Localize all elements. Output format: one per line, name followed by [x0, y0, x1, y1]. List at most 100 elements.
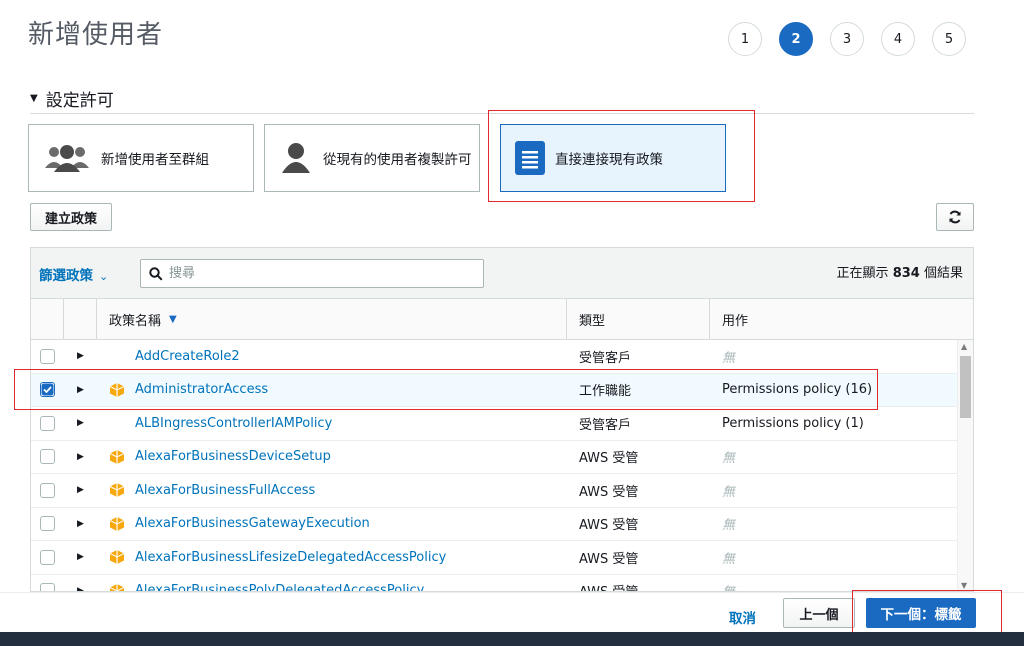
- row-checkbox[interactable]: [40, 348, 55, 364]
- cell-used-as: Permissions policy (16): [722, 382, 873, 398]
- create-policy-button[interactable]: 建立政策: [30, 203, 112, 231]
- cell-policy-name[interactable]: ALBIngressControllerIAMPolicy: [97, 407, 567, 440]
- cell-type: 受管客戶: [579, 350, 632, 366]
- table-row[interactable]: ▶ AdministratorAccess 工作職能 Permissions poli…: [31, 373, 973, 407]
- scroll-up-icon[interactable]: ▲: [961, 342, 967, 351]
- header-select: [31, 299, 64, 339]
- refresh-button[interactable]: [936, 203, 974, 231]
- cell-used-as: 無: [722, 451, 736, 467]
- expand-row-icon[interactable]: ▶: [64, 508, 97, 541]
- header-policy-name[interactable]: 政策名稱 ▼: [97, 299, 567, 339]
- cell-used-as: 無: [710, 575, 973, 591]
- previous-button[interactable]: 上一個: [783, 598, 855, 628]
- cell-type: AWS 受管: [579, 518, 639, 534]
- cell-select: [31, 407, 64, 440]
- search-box[interactable]: [140, 259, 484, 288]
- cell-used-as: 無: [722, 350, 736, 366]
- policy-name-link[interactable]: AddCreateRole2: [135, 349, 240, 364]
- step-3[interactable]: 3: [830, 22, 864, 56]
- expand-row-icon[interactable]: ▶: [64, 474, 97, 507]
- refresh-icon: [949, 210, 961, 224]
- cell-policy-name[interactable]: AdministratorAccess: [97, 374, 567, 407]
- row-checkbox[interactable]: [40, 382, 55, 398]
- cell-policy-name[interactable]: AlexaForBusinessPolyDelegatedAccessPolic…: [97, 575, 567, 591]
- row-checkbox[interactable]: [40, 549, 55, 565]
- cell-policy-name[interactable]: AddCreateRole2: [97, 340, 567, 373]
- cell-policy-name[interactable]: AlexaForBusinessDeviceSetup: [97, 441, 567, 474]
- cell-select: [31, 575, 64, 591]
- cell-select: [31, 441, 64, 474]
- cell-type: AWS 受管: [567, 575, 710, 591]
- policy-name-link[interactable]: AlexaForBusinessDeviceSetup: [135, 449, 331, 464]
- policy-name-link[interactable]: ALBIngressControllerIAMPolicy: [135, 416, 332, 431]
- cell-select: [31, 508, 64, 541]
- cell-select: [31, 541, 64, 574]
- header-type[interactable]: 類型: [567, 299, 710, 339]
- expand-row-icon[interactable]: ▶: [64, 441, 97, 474]
- expand-row-icon[interactable]: ▶: [64, 541, 97, 574]
- policy-name-link[interactable]: AdministratorAccess: [135, 382, 268, 397]
- table-row[interactable]: ▶ AlexaForBusinessGatewayExecution AWS 受管 無: [31, 508, 973, 541]
- expand-row-icon[interactable]: ▶: [64, 407, 97, 440]
- search-input[interactable]: [169, 266, 469, 281]
- aws-managed-policy-icon: [109, 449, 125, 464]
- step-4[interactable]: 4: [881, 22, 915, 56]
- table-row[interactable]: ▶ AlexaForBusinessPolyDelegatedAccessPoli…: [31, 575, 973, 591]
- scrollbar[interactable]: ▲ ▼: [957, 340, 973, 591]
- policy-name-link[interactable]: AlexaForBusinessGatewayExecution: [135, 516, 370, 531]
- cell-policy-name[interactable]: AlexaForBusinessLifesizeDelegatedAccessP…: [97, 541, 567, 574]
- option-attach-policies[interactable]: 直接連接現有政策: [500, 124, 726, 192]
- users-group-icon: [43, 142, 91, 174]
- expand-row-icon[interactable]: ▶: [64, 340, 97, 373]
- cell-select: [31, 374, 64, 407]
- row-checkbox[interactable]: [40, 415, 55, 431]
- section-header[interactable]: ▼ 設定許可: [30, 86, 114, 111]
- option-add-to-group[interactable]: 新增使用者至群組: [28, 124, 254, 192]
- filter-policies-dropdown[interactable]: 篩選政策 ⌄: [39, 264, 108, 284]
- header-expand: [64, 299, 97, 339]
- section-divider: [30, 113, 974, 114]
- search-icon: [149, 266, 163, 281]
- step-2[interactable]: 2: [779, 22, 813, 56]
- row-checkbox[interactable]: [40, 516, 55, 532]
- next-tags-button[interactable]: 下一個：標籤: [866, 598, 976, 628]
- table-row[interactable]: ▶ AlexaForBusinessFullAccess AWS 受管 無: [31, 474, 973, 508]
- cell-used-as: 無: [722, 551, 736, 567]
- policy-name-link[interactable]: AlexaForBusinessFullAccess: [135, 483, 315, 498]
- row-checkbox[interactable]: [40, 482, 55, 498]
- step-5[interactable]: 5: [932, 22, 966, 56]
- cancel-link[interactable]: 取消: [729, 607, 756, 627]
- cell-policy-name[interactable]: AlexaForBusinessGatewayExecution: [97, 508, 567, 541]
- aws-managed-policy-icon: [109, 516, 125, 531]
- scroll-down-icon[interactable]: ▼: [961, 581, 967, 590]
- option-label: 從現有的使用者複製許可: [323, 152, 472, 168]
- cell-used-as: 無: [722, 518, 736, 534]
- cell-type: AWS 受管: [579, 551, 639, 567]
- table-row[interactable]: ▶ ALBIngressControllerIAMPolicy 受管客戶 Permis…: [31, 407, 973, 441]
- bottom-bar: [0, 632, 1024, 646]
- aws-managed-policy-icon: [109, 550, 125, 565]
- cell-select: [31, 474, 64, 507]
- step-indicator: 1 2 3 4 5: [728, 22, 966, 56]
- expand-row-icon[interactable]: ▶: [64, 575, 97, 591]
- policy-table: 篩選政策⌄ 正在顯示 834 個結果 政策名稱▼ 類型 用作: [30, 247, 974, 592]
- row-checkbox[interactable]: [40, 583, 55, 591]
- table-row[interactable]: ▶ AlexaForBusinessDeviceSetup AWS 受管 無: [31, 441, 973, 474]
- scrollbar-thumb[interactable]: [960, 356, 971, 418]
- cell-type: 工作職能: [579, 384, 632, 400]
- header-used-as[interactable]: 用作: [710, 299, 973, 339]
- table-row[interactable]: ▶ AddCreateRole2 受管客戶 無: [31, 340, 973, 374]
- cell-type: AWS 受管: [579, 484, 639, 500]
- policy-name-link[interactable]: AlexaForBusinessLifesizeDelegatedAccessP…: [135, 550, 446, 565]
- step-1[interactable]: 1: [728, 22, 762, 56]
- row-checkbox[interactable]: [40, 449, 55, 465]
- policy-name-link[interactable]: AlexaForBusinessPolyDelegatedAccessPolic…: [135, 583, 424, 591]
- cell-type: 受管客戶: [579, 417, 632, 433]
- add-user-page: 新增使用者 1 2 3 4 5 ▼ 設定許可 新增使用者至群組 從現有的使用者複…: [0, 0, 1024, 646]
- aws-managed-policy-icon: [109, 483, 125, 498]
- expand-row-icon[interactable]: ▶: [64, 374, 97, 407]
- option-copy-permissions[interactable]: 從現有的使用者複製許可: [264, 124, 480, 192]
- cell-policy-name[interactable]: AlexaForBusinessFullAccess: [97, 474, 567, 507]
- table-row[interactable]: ▶ AlexaForBusinessLifesizeDelegatedAccess…: [31, 541, 973, 575]
- result-count: 正在顯示 834 個結果: [836, 266, 963, 281]
